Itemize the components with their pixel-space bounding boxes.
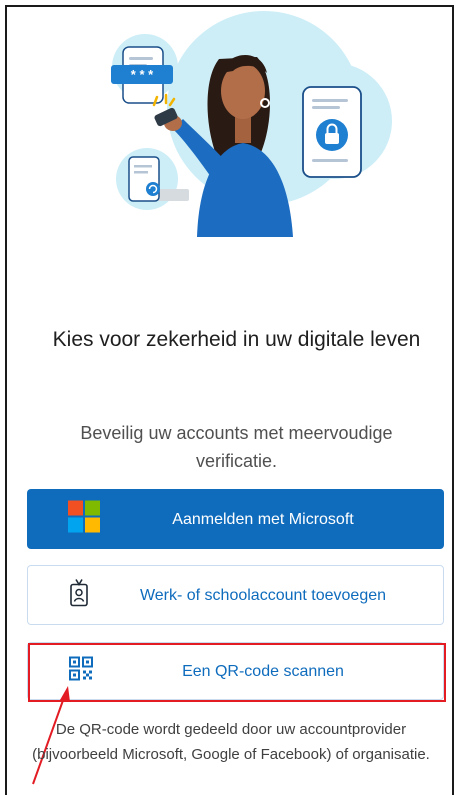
- qr-footnote: De QR-code wordt gedeeld door uw account…: [32, 721, 430, 763]
- hero-illustration: * * *: [111, 11, 392, 237]
- add-work-school-account-button[interactable]: Werk- of schoolaccount toevoegen: [27, 565, 444, 625]
- scan-qr-code-button[interactable]: Een QR-code scannen: [27, 642, 444, 700]
- page-title: Kies voor zekerheid in uw digitale leven: [52, 328, 421, 351]
- scan-qr-code-label: Een QR-code scannen: [182, 662, 344, 680]
- page-subtitle: Beveilig uw accounts met meervoudige ver…: [80, 423, 393, 471]
- sign-in-microsoft-label: Aanmelden met Microsoft: [172, 510, 354, 528]
- qr-code-icon: [69, 656, 93, 686]
- pin-dots: * * *: [131, 67, 154, 82]
- add-work-school-account-label: Werk- of schoolaccount toevoegen: [139, 586, 387, 604]
- laptop-phone-icon: [128, 156, 189, 202]
- microsoft-logo-icon: [68, 500, 100, 538]
- id-badge-icon: [69, 578, 89, 613]
- lock-phone-icon: [302, 86, 362, 178]
- sign-in-microsoft-button[interactable]: Aanmelden met Microsoft: [27, 489, 444, 549]
